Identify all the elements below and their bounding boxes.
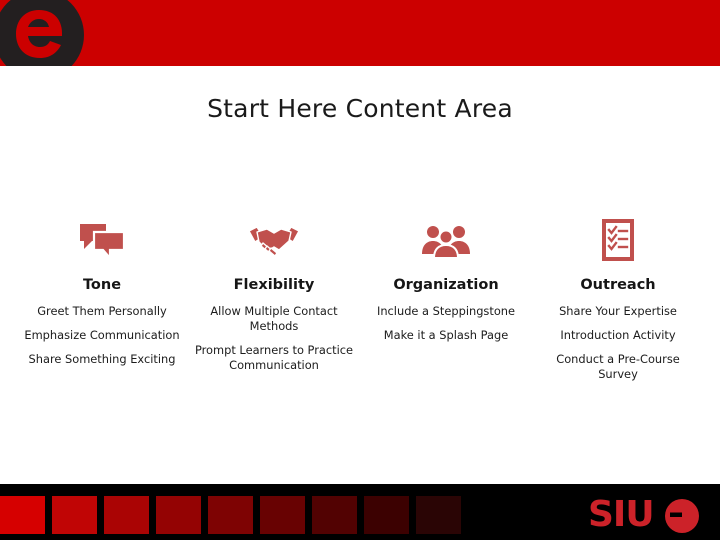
footer-bar: SIU [0, 484, 720, 540]
handshake-icon [194, 214, 354, 266]
column-heading: Organization [393, 277, 499, 293]
column-item-list: Allow Multiple Contact Methods Prompt Le… [194, 304, 354, 373]
footer-swatch [312, 496, 357, 534]
footer-swatch [260, 496, 305, 534]
checklist-icon [538, 214, 698, 266]
svg-text:SIU: SIU [588, 495, 654, 535]
footer-swatch [156, 496, 201, 534]
footer-swatch-row [0, 496, 468, 534]
list-item: Greet Them Personally [37, 304, 167, 318]
list-item: Conduct a Pre-Course Survey [556, 352, 680, 381]
column-outreach: Outreach Share Your Expertise Introducti… [532, 214, 704, 391]
footer-swatch [0, 496, 45, 534]
list-item: Allow Multiple Contact Methods [210, 304, 338, 333]
page-title: Start Here Content Area [207, 94, 513, 123]
footer-swatch [52, 496, 97, 534]
list-item: Share Something Exciting [28, 352, 176, 366]
speech-bubbles-icon [22, 214, 182, 266]
column-item-list: Include a Steppingstone Make it a Splash… [366, 304, 526, 343]
column-tone: Tone Greet Them Personally Emphasize Com… [16, 214, 188, 376]
column-organization: Organization Include a Steppingstone Mak… [360, 214, 532, 352]
list-item: Introduction Activity [560, 328, 676, 342]
e-logo-icon [0, 0, 84, 66]
footer-swatch [416, 496, 461, 534]
list-item: Emphasize Communication [24, 328, 180, 342]
siue-logo: SIU [588, 495, 706, 535]
content-columns: Tone Greet Them Personally Emphasize Com… [16, 214, 704, 391]
footer-swatch [364, 496, 409, 534]
people-group-icon [366, 214, 526, 266]
column-item-list: Share Your Expertise Introduction Activi… [538, 304, 698, 382]
column-heading: Flexibility [233, 277, 315, 293]
column-item-list: Greet Them Personally Emphasize Communic… [22, 304, 182, 367]
top-banner [0, 0, 720, 66]
list-item: Prompt Learners to Practice Communicatio… [194, 343, 354, 372]
list-item: Include a Steppingstone [376, 304, 516, 318]
list-item: Share Your Expertise [559, 304, 677, 318]
column-flexibility: Flexibility Allow Multiple Contact Metho… [188, 214, 360, 382]
footer-swatch [104, 496, 149, 534]
footer-swatch [208, 496, 253, 534]
column-heading: Tone [82, 277, 122, 293]
column-heading: Outreach [580, 277, 656, 293]
list-item: Make it a Splash Page [383, 328, 509, 342]
